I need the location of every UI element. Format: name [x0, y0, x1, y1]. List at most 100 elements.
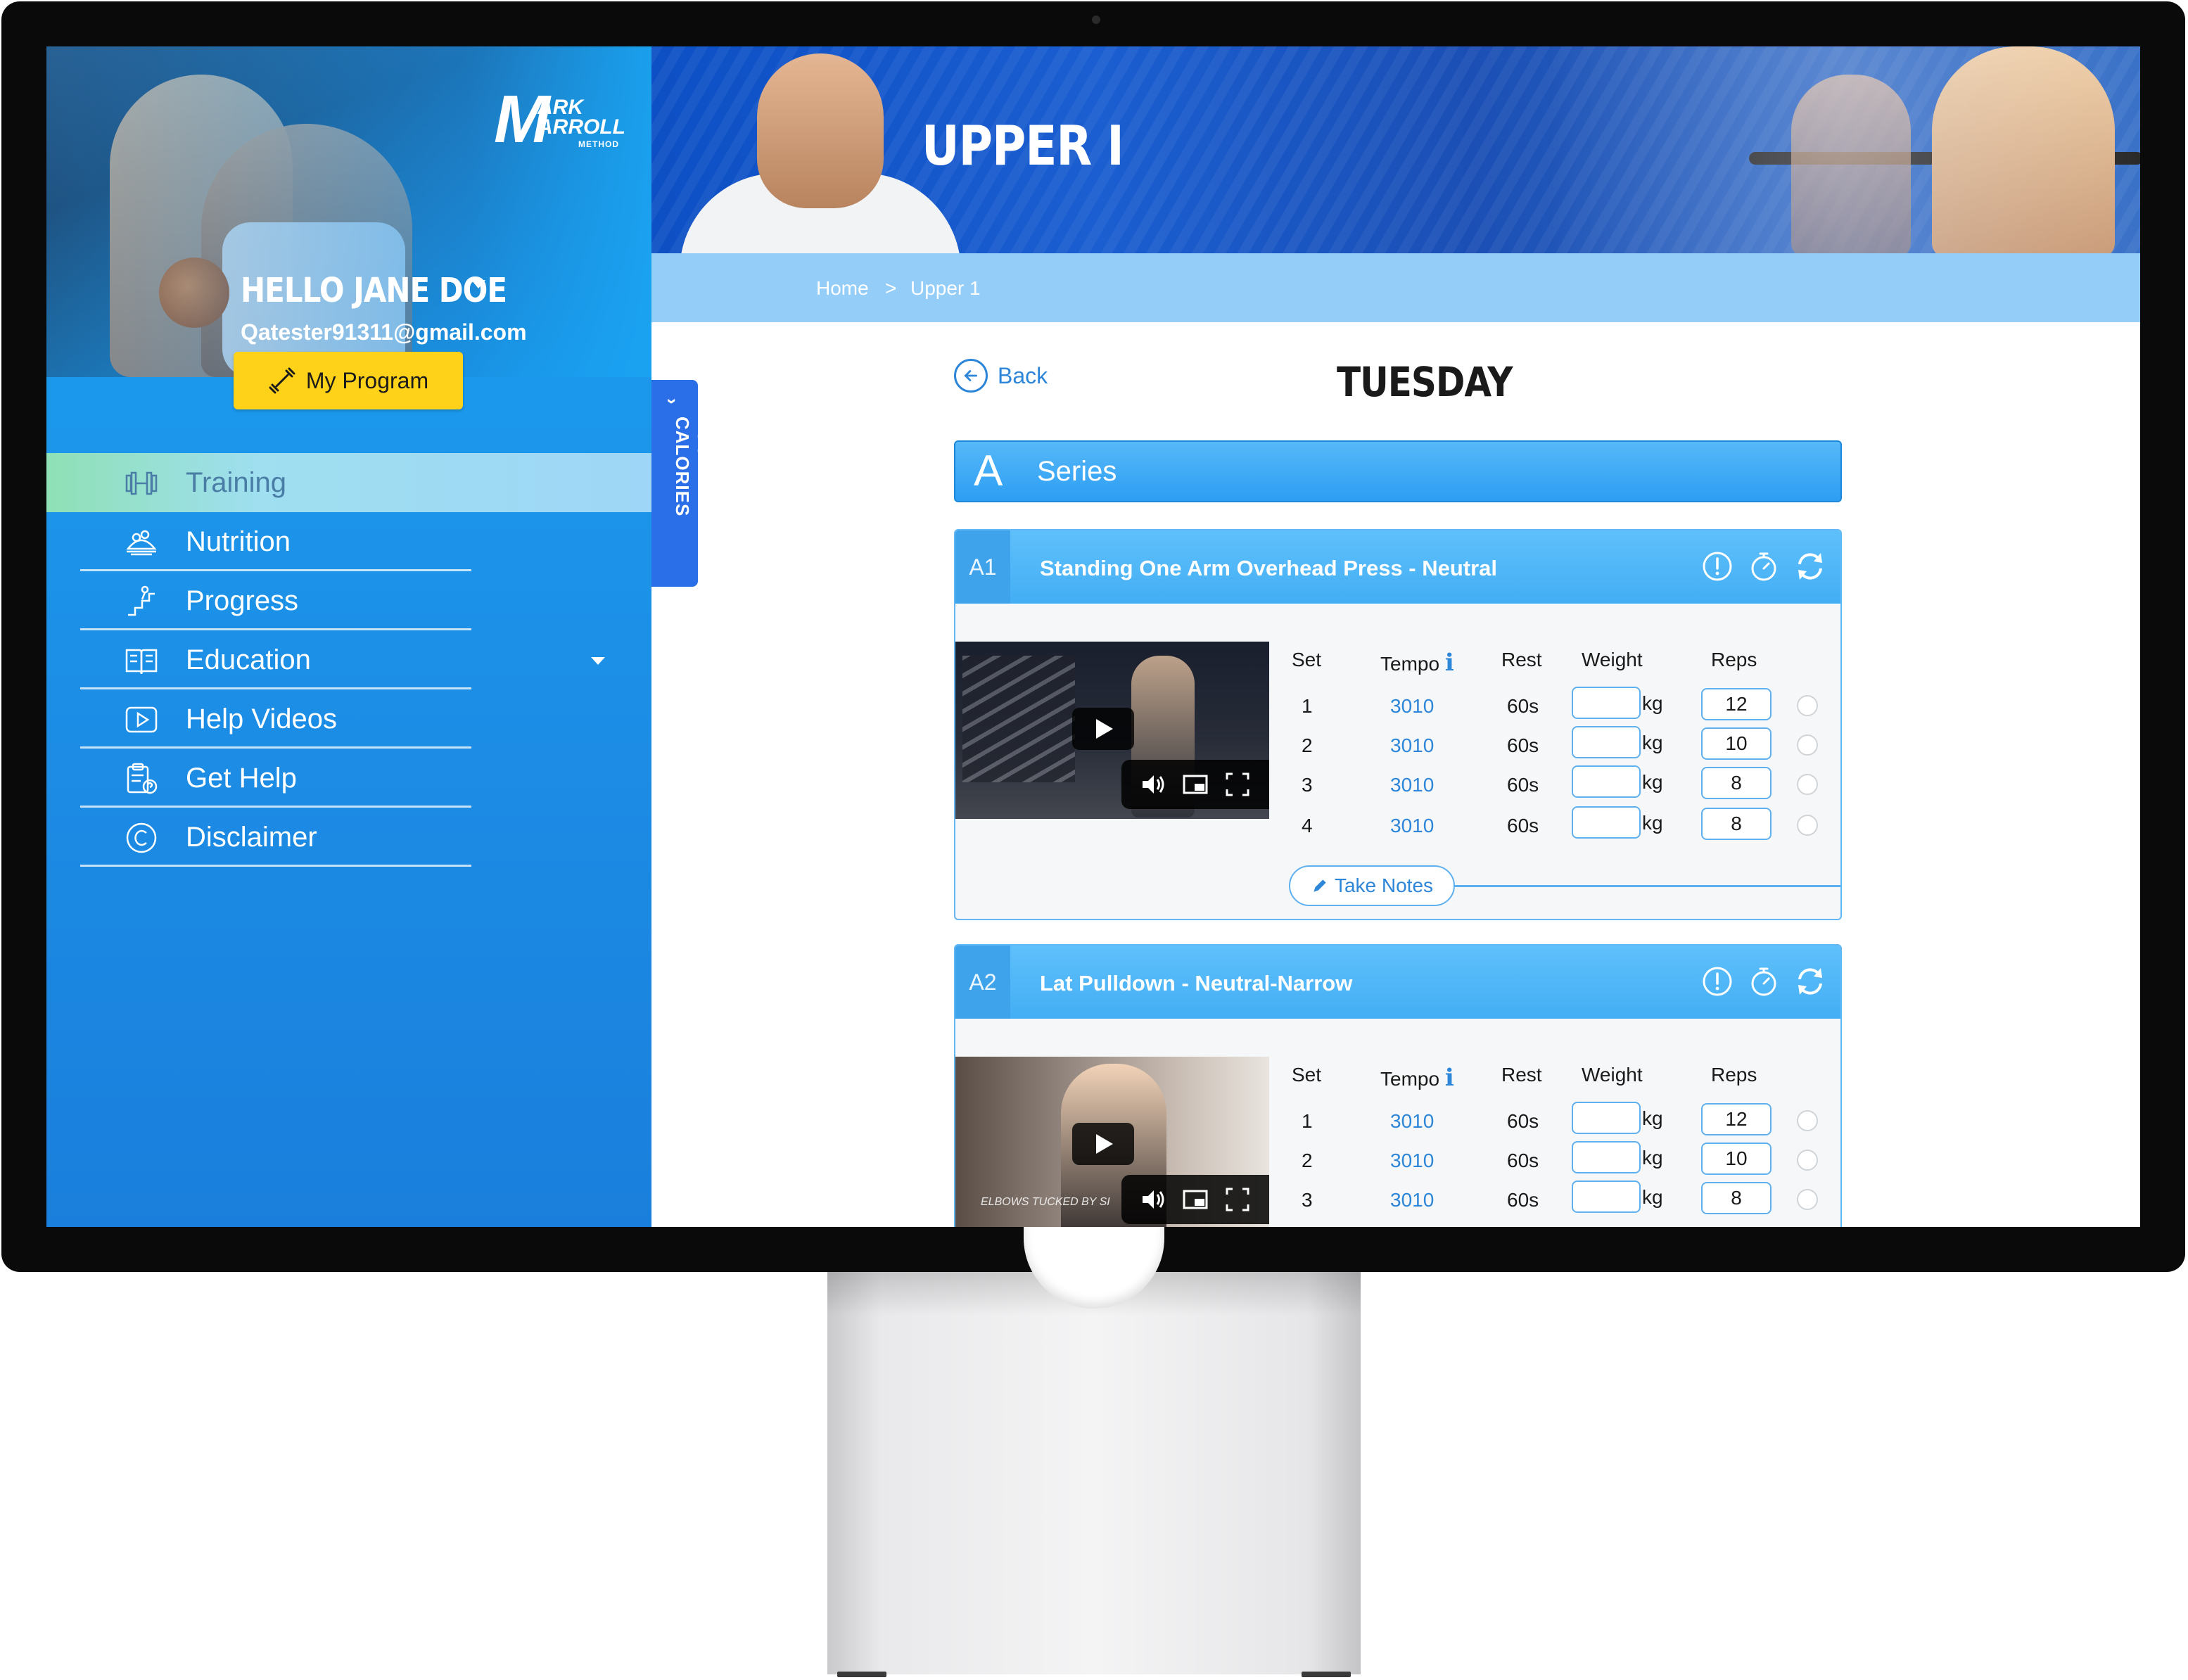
- user-greeting[interactable]: HELLO JANE DOE: [241, 270, 507, 310]
- sidebar-item-label: Help Videos: [186, 704, 337, 734]
- back-button[interactable]: Back: [954, 359, 1048, 393]
- day-title: TUESDAY: [1337, 359, 1513, 406]
- set-complete-radio[interactable]: [1797, 1110, 1818, 1131]
- logo-line-3: METHOD: [578, 139, 619, 149]
- rest-value: 60s: [1507, 1150, 1539, 1171]
- breadcrumb-current: Upper 1: [910, 277, 981, 299]
- column-header-reps: Reps: [1711, 649, 1757, 670]
- exercise-card-a1: A1 Standing One Arm Overhead Press - Neu…: [954, 529, 1842, 920]
- weight-input[interactable]: [1572, 765, 1641, 798]
- info-alert-icon[interactable]: [1701, 965, 1734, 998]
- tempo-value: 3010: [1390, 1110, 1435, 1132]
- info-alert-icon[interactable]: [1701, 550, 1734, 583]
- take-notes-label: Take Notes: [1334, 874, 1434, 896]
- your-calories-label: YOUR CALORIES ›: [662, 398, 715, 517]
- reps-input[interactable]: 8: [1701, 767, 1772, 799]
- reps-input[interactable]: 8: [1701, 1182, 1772, 1214]
- sidebar-item-nutrition[interactable]: Nutrition: [46, 512, 651, 571]
- set-number: 2: [1302, 734, 1313, 756]
- column-header-rest: Rest: [1501, 1064, 1542, 1086]
- series-header[interactable]: A Series: [954, 440, 1842, 502]
- brand-logo[interactable]: M ARK ARROLL METHOD: [494, 86, 625, 163]
- weight-unit: kg: [1642, 771, 1663, 793]
- volume-icon[interactable]: [1140, 771, 1166, 798]
- fullscreen-icon[interactable]: [1224, 771, 1251, 798]
- column-header-tempo: Tempo i: [1380, 649, 1454, 677]
- your-calories-tab[interactable]: YOUR CALORIES ›: [651, 380, 715, 587]
- sidebar-item-progress[interactable]: Progress: [46, 571, 651, 630]
- weight-input[interactable]: [1572, 687, 1641, 719]
- my-program-label: My Program: [305, 367, 429, 393]
- my-program-button[interactable]: My Program: [234, 352, 463, 409]
- swap-refresh-icon[interactable]: [1794, 965, 1826, 998]
- reps-input[interactable]: 12: [1701, 1103, 1772, 1135]
- notes-divider: [1448, 885, 1840, 887]
- book-icon: [125, 649, 158, 675]
- take-notes-button[interactable]: Take Notes: [1289, 865, 1455, 906]
- set-number: 1: [1302, 695, 1313, 717]
- rest-value: 60s: [1507, 734, 1539, 756]
- weight-input[interactable]: [1572, 1141, 1641, 1173]
- volume-icon[interactable]: [1140, 1186, 1166, 1213]
- set-complete-radio[interactable]: [1797, 815, 1818, 836]
- food-icon: [126, 530, 157, 556]
- column-header-set: Set: [1292, 1064, 1322, 1086]
- sidebar-item-label: Disclaimer: [186, 822, 317, 853]
- exercise-actions: [1701, 550, 1826, 583]
- stopwatch-icon[interactable]: [1748, 965, 1780, 998]
- sidebar-item-disclaimer[interactable]: Disclaimer: [46, 808, 651, 867]
- tempo-info-icon[interactable]: i: [1445, 649, 1454, 677]
- weight-input[interactable]: [1572, 1102, 1641, 1134]
- chevron-down-icon[interactable]: [471, 280, 485, 288]
- stopwatch-icon[interactable]: [1748, 550, 1780, 583]
- video-controls: [1121, 760, 1269, 809]
- breadcrumb-separator: >: [885, 277, 897, 299]
- swap-refresh-icon[interactable]: [1794, 550, 1826, 583]
- weight-unit: kg: [1642, 1107, 1663, 1129]
- page-title: UPPER I: [922, 114, 1124, 178]
- play-icon[interactable]: [1072, 1123, 1134, 1165]
- weight-input[interactable]: [1572, 726, 1641, 758]
- monitor-foot-left: [837, 1672, 886, 1677]
- series-letter: A: [974, 447, 1003, 495]
- set-complete-radio[interactable]: [1797, 774, 1818, 795]
- exercise-code: A1: [955, 530, 1010, 604]
- tempo-value: 3010: [1390, 1150, 1435, 1171]
- reps-input[interactable]: 12: [1701, 688, 1772, 720]
- play-icon[interactable]: [1072, 708, 1134, 750]
- set-complete-radio[interactable]: [1797, 1189, 1818, 1210]
- set-complete-radio[interactable]: [1797, 734, 1818, 756]
- set-number: 3: [1302, 774, 1313, 796]
- set-number: 2: [1302, 1150, 1313, 1171]
- series-label: Series: [1037, 456, 1117, 487]
- column-header-tempo: Tempo i: [1380, 1064, 1454, 1092]
- reps-input[interactable]: 10: [1701, 727, 1772, 760]
- exercise-video[interactable]: ELBOWS TUCKED BY SI: [955, 1057, 1269, 1227]
- exercise-actions: [1701, 965, 1826, 998]
- breadcrumb: [651, 253, 2140, 322]
- reps-input[interactable]: 10: [1701, 1143, 1772, 1175]
- set-complete-radio[interactable]: [1797, 695, 1818, 716]
- sidebar-item-help-videos[interactable]: Help Videos: [46, 689, 651, 749]
- tempo-value: 3010: [1390, 695, 1435, 717]
- pencil-icon: [1314, 879, 1326, 892]
- exercise-code: A2: [955, 946, 1010, 1019]
- weight-input[interactable]: [1572, 1181, 1641, 1213]
- picture-in-picture-icon[interactable]: [1182, 771, 1209, 798]
- reps-input[interactable]: 8: [1701, 808, 1772, 840]
- sidebar-item-education[interactable]: Education: [46, 630, 651, 689]
- sidebar-item-label: Training: [186, 467, 287, 498]
- sidebar-item-training[interactable]: Training: [46, 453, 651, 512]
- picture-in-picture-icon[interactable]: [1182, 1186, 1209, 1213]
- user-email: Qatester91311@gmail.com: [241, 319, 527, 345]
- set-complete-radio[interactable]: [1797, 1150, 1818, 1171]
- breadcrumb-home-link[interactable]: Home: [816, 277, 869, 300]
- tempo-info-icon[interactable]: i: [1445, 1064, 1454, 1092]
- exercise-video[interactable]: [955, 642, 1269, 819]
- fullscreen-icon[interactable]: [1224, 1186, 1251, 1213]
- chevron-down-icon[interactable]: [591, 657, 605, 665]
- logo-line-2: ARROLL: [538, 115, 625, 139]
- weight-input[interactable]: [1572, 806, 1641, 839]
- sidebar-item-get-help[interactable]: Get Help: [46, 749, 651, 808]
- back-label: Back: [998, 362, 1048, 388]
